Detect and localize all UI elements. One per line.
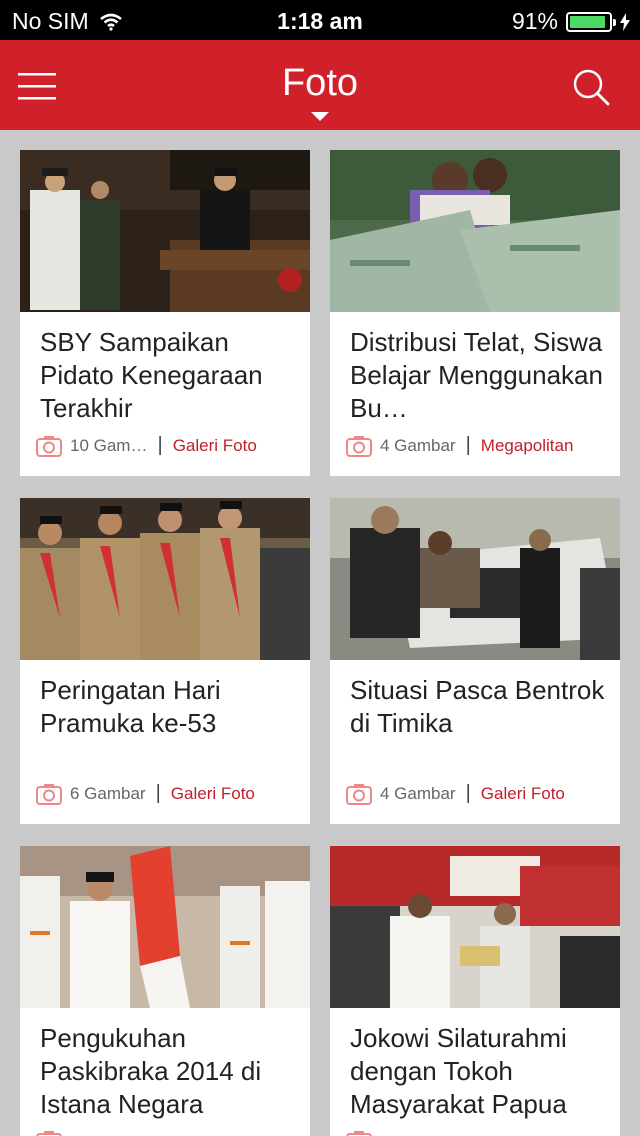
card-photo (330, 846, 620, 1008)
camera-icon (36, 1131, 62, 1136)
image-count: 6 Gambar (70, 783, 146, 803)
gallery-card[interactable]: Distribusi Telat, Siswa Belajar Mengguna… (330, 150, 620, 476)
category-link[interactable]: Galeri Foto (481, 784, 565, 804)
gallery-card[interactable]: Peringatan Hari Pramuka ke-53 6 Gambar |… (20, 498, 310, 824)
battery-percent: 91% (511, 8, 558, 34)
category-link[interactable]: Galeri Foto (173, 436, 257, 456)
card-title[interactable]: Jokowi Silaturahmi dengan Tokoh Masyarak… (350, 1022, 606, 1121)
card-photo (20, 150, 310, 312)
image-count: 4 Gambar (380, 783, 456, 803)
card-title[interactable]: Pengukuhan Paskibraka 2014 di Istana Neg… (40, 1022, 296, 1121)
top-navbar: Foto (0, 40, 640, 130)
card-meta (346, 1130, 380, 1136)
gallery-card[interactable]: Jokowi Silaturahmi dengan Tokoh Masyarak… (330, 846, 620, 1136)
card-meta (36, 1130, 70, 1136)
card-meta: 4 Gambar | Megapolitan (346, 434, 573, 457)
camera-icon (36, 435, 62, 457)
card-title[interactable]: SBY Sampaikan Pidato Kenegaraan Terakhir (40, 326, 296, 425)
card-meta: 10 Gam… | Galeri Foto (36, 434, 257, 457)
card-photo (330, 498, 620, 660)
battery-group: 91% (512, 8, 630, 35)
gallery-card[interactable]: Situasi Pasca Bentrok di Timika 4 Gambar… (330, 498, 620, 824)
image-count: 4 Gambar (380, 435, 456, 455)
battery-icon (566, 11, 616, 32)
camera-icon (346, 783, 372, 805)
category-link[interactable]: Megapolitan (481, 436, 574, 456)
card-title[interactable]: Distribusi Telat, Siswa Belajar Mengguna… (350, 326, 606, 425)
charging-bolt-icon (620, 12, 630, 31)
meta-divider: | (157, 434, 163, 456)
image-count: 10 Gam… (70, 435, 148, 455)
camera-icon (346, 435, 372, 457)
title-dropdown-caret-icon[interactable] (311, 112, 329, 121)
gallery-card[interactable]: SBY Sampaikan Pidato Kenegaraan Terakhir… (20, 150, 310, 476)
gallery-card[interactable]: Pengukuhan Paskibraka 2014 di Istana Neg… (20, 846, 310, 1136)
card-photo (330, 150, 620, 312)
card-photo (20, 498, 310, 660)
camera-icon (36, 783, 62, 805)
meta-divider: | (155, 782, 161, 804)
meta-divider: | (465, 434, 471, 456)
status-bar: No SIM 1:18 am 91% (0, 0, 640, 40)
card-photo (20, 846, 310, 1008)
search-icon[interactable] (570, 66, 612, 108)
camera-icon (346, 1131, 372, 1136)
page-title[interactable]: Foto (0, 62, 640, 105)
card-meta: 4 Gambar | Galeri Foto (346, 782, 565, 805)
card-meta: 6 Gambar | Galeri Foto (36, 782, 255, 805)
card-title[interactable]: Peringatan Hari Pramuka ke-53 (40, 674, 296, 773)
meta-divider: | (465, 782, 471, 804)
card-title[interactable]: Situasi Pasca Bentrok di Timika (350, 674, 606, 773)
category-link[interactable]: Galeri Foto (171, 784, 255, 804)
